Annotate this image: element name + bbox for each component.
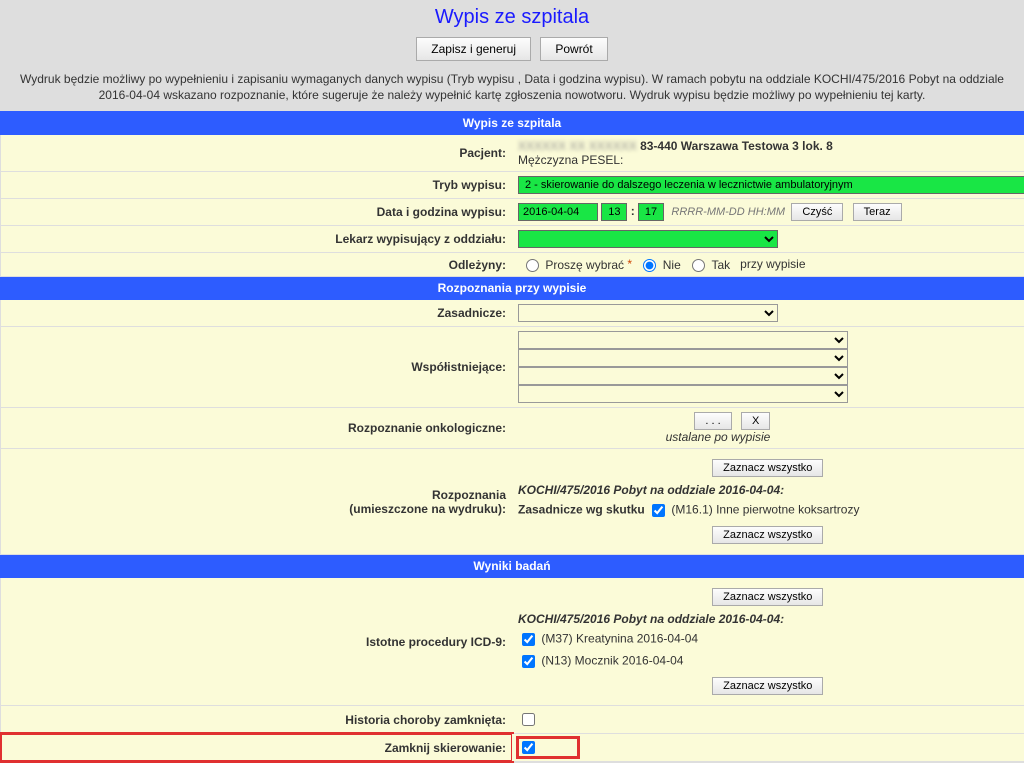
section-header-rozpoznania-text: Rozpoznania przy wypisie xyxy=(1,277,1024,300)
wspolistniejace-select-2[interactable] xyxy=(518,349,848,367)
field-odlezyny: Proszę wybrać * Nie Tak przy wypisie xyxy=(512,253,1024,277)
clear-date-button[interactable]: Czyść xyxy=(791,203,843,221)
required-star: * xyxy=(627,257,632,271)
label-data: Data i godzina wypisu: xyxy=(1,199,513,226)
lekarz-select[interactable] xyxy=(518,230,778,248)
patient-extra: Mężczyzna PESEL: xyxy=(518,153,623,167)
odlezyny-no-label: Nie xyxy=(663,258,681,272)
field-lekarz xyxy=(512,226,1024,253)
label-onkol: Rozpoznanie onkologiczne: xyxy=(1,408,513,449)
icd9-checkbox-0[interactable] xyxy=(522,633,535,646)
field-zamknij xyxy=(512,734,1024,762)
label-odlezyny: Odleżyny: xyxy=(1,253,513,277)
date-ymd-input[interactable] xyxy=(518,203,598,221)
zasadnicze-wg-label: Zasadnicze wg skutku xyxy=(518,503,645,517)
tryb-select[interactable]: 2 - skierowanie do dalszego leczenia w l… xyxy=(518,176,1024,194)
label-wspolistniejace: Współistniejące: xyxy=(1,327,513,408)
date-mm-input[interactable] xyxy=(638,203,664,221)
odlezyny-yes-label: Tak xyxy=(711,258,730,272)
select-all-rozp-bottom[interactable]: Zaznacz wszystko xyxy=(712,526,823,544)
stay-header-rozp: KOCHI/475/2016 Pobyt na oddziale 2016-04… xyxy=(518,483,1018,497)
zasadnicze-select[interactable] xyxy=(518,304,778,322)
wspolistniejace-select-3[interactable] xyxy=(518,367,848,385)
odlezyny-radio-choose[interactable] xyxy=(526,259,539,272)
wspolistniejace-select-1[interactable] xyxy=(518,331,848,349)
label-zamknij: Zamknij skierowanie: xyxy=(1,734,513,762)
field-zasadnicze xyxy=(512,300,1024,327)
icd9-checkbox-1[interactable] xyxy=(522,655,535,668)
back-button[interactable]: Powrót xyxy=(540,37,607,61)
label-rozp-wydruk: Rozpoznania (umieszczone na wydruku): xyxy=(1,449,513,555)
label-historia: Historia choroby zamknięta: xyxy=(1,706,513,734)
section-header-wyniki-text: Wyniki badań xyxy=(1,555,1024,578)
zasadnicze-code-text: (M16.1) Inne pierwotne koksartrozy xyxy=(671,503,859,517)
onkol-note: ustalane po wypisie xyxy=(518,430,918,444)
historia-checkbox[interactable] xyxy=(522,713,535,726)
section-header-wyniki: Wyniki badań xyxy=(1,555,1024,578)
icd9-item-1: (N13) Mocznik 2016-04-04 xyxy=(541,654,683,668)
section-header-wypis: Wypis ze szpitala xyxy=(1,112,1024,135)
label-zasadnicze: Zasadnicze: xyxy=(1,300,513,327)
onkol-x-button[interactable]: X xyxy=(741,412,770,430)
patient-name-blurred: XXXXXX XX XXXXXX xyxy=(518,139,637,153)
field-rozp-wydruk: Zaznacz wszystko KOCHI/475/2016 Pobyt na… xyxy=(512,449,1024,555)
field-wspolistniejace xyxy=(512,327,1024,408)
save-generate-button[interactable]: Zapisz i generuj xyxy=(416,37,531,61)
label-pacjent: Pacjent: xyxy=(1,135,513,172)
zasadnicze-checkbox[interactable] xyxy=(652,504,665,517)
label-lekarz: Lekarz wypisujący z oddziału: xyxy=(1,226,513,253)
icd9-item-0: (M37) Kreatynina 2016-04-04 xyxy=(541,632,698,646)
field-data: : RRRR-MM-DD HH:MM Czyść Teraz xyxy=(512,199,1024,226)
section-header-wypis-text: Wypis ze szpitala xyxy=(1,112,1024,135)
patient-address: 83-440 Warszawa Testowa 3 lok. 8 xyxy=(640,139,833,153)
zamknij-checkbox[interactable] xyxy=(522,741,535,754)
odlezyny-radio-yes[interactable] xyxy=(692,259,705,272)
field-tryb: 2 - skierowanie do dalszego leczenia w l… xyxy=(512,172,1024,199)
page-title: Wypis ze szpitala xyxy=(0,6,1024,29)
stay-header-icd9: KOCHI/475/2016 Pobyt na oddziale 2016-04… xyxy=(518,612,1018,626)
onkol-dots-button[interactable]: . . . xyxy=(694,412,731,430)
section-header-rozpoznania: Rozpoznania przy wypisie xyxy=(1,277,1024,300)
odlezyny-choose-label: Proszę wybrać xyxy=(545,258,624,272)
now-button[interactable]: Teraz xyxy=(853,203,902,221)
top-button-bar: Zapisz i generuj Powrót xyxy=(0,37,1024,61)
select-all-icd9-bottom[interactable]: Zaznacz wszystko xyxy=(712,677,823,695)
odlezyny-radio-no[interactable] xyxy=(643,259,656,272)
wspolistniejace-select-4[interactable] xyxy=(518,385,848,403)
date-hint: RRRR-MM-DD HH:MM xyxy=(671,206,785,218)
odlezyny-suffix: przy wypisie xyxy=(740,257,805,271)
select-all-rozp-top[interactable]: Zaznacz wszystko xyxy=(712,459,823,477)
select-all-icd9-top[interactable]: Zaznacz wszystko xyxy=(712,588,823,606)
field-onkol: . . . X ustalane po wypisie xyxy=(512,408,1024,449)
time-sep: : xyxy=(631,204,635,218)
date-hh-input[interactable] xyxy=(601,203,627,221)
field-historia xyxy=(512,706,1024,734)
intro-text: Wydruk będzie możliwy po wypełnieniu i z… xyxy=(0,71,1024,111)
form-table: Wypis ze szpitala Pacjent: XXXXXX XX XXX… xyxy=(0,111,1024,762)
label-tryb: Tryb wypisu: xyxy=(1,172,513,199)
field-pacjent: XXXXXX XX XXXXXX 83-440 Warszawa Testowa… xyxy=(512,135,1024,172)
